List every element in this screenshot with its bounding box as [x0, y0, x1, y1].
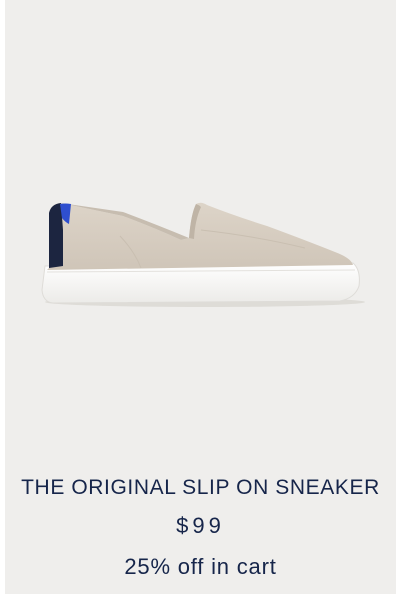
promo-text: 25% off in cart: [124, 554, 277, 579]
product-price: $99: [176, 513, 225, 538]
product-card[interactable]: THE ORIGINAL SLIP ON SNEAKER $99 25% off…: [5, 0, 396, 594]
slip-on-sneaker-image[interactable]: [5, 0, 396, 456]
product-info: THE ORIGINAL SLIP ON SNEAKER $99 25% off…: [5, 456, 396, 594]
product-title[interactable]: THE ORIGINAL SLIP ON SNEAKER: [5, 476, 396, 500]
